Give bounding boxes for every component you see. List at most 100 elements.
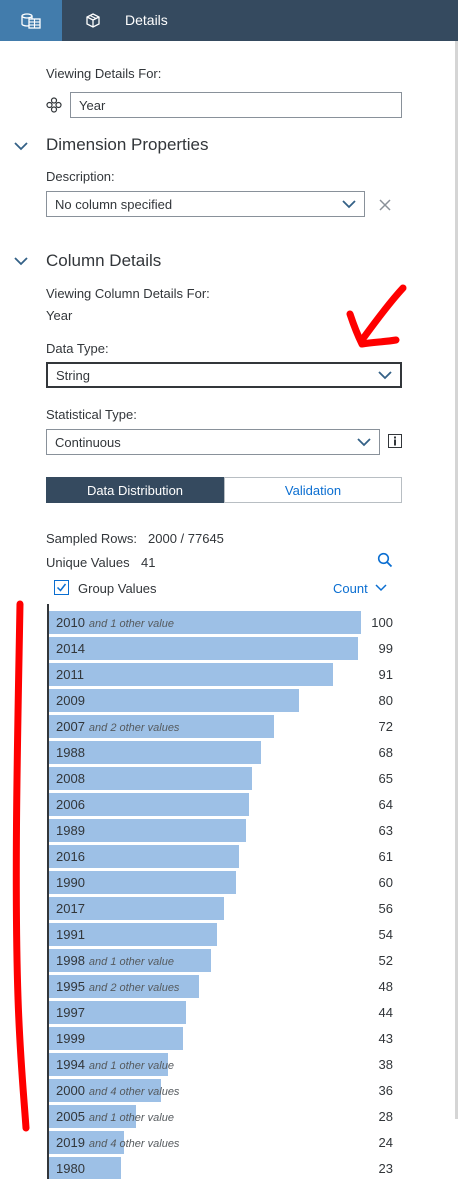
tab-model[interactable] <box>62 0 124 41</box>
bar-category: 2019 <box>56 1135 85 1150</box>
statistical-type-label: Statistical Type: <box>46 407 137 422</box>
viewing-details-field[interactable]: Year <box>70 92 402 118</box>
bar-row[interactable]: 2006 64 <box>49 793 409 817</box>
bar-label: 2016 <box>56 849 85 864</box>
bar-count: 54 <box>378 927 393 942</box>
bar-row[interactable]: 1999 43 <box>49 1027 409 1051</box>
chevron-down-icon[interactable] <box>12 137 30 155</box>
bar-count: 36 <box>378 1083 393 1098</box>
chevron-down-icon <box>357 438 371 447</box>
bar-count: 23 <box>378 1161 393 1176</box>
tab-validation[interactable]: Validation <box>224 477 402 503</box>
bar-count: 91 <box>378 667 393 682</box>
bar-row[interactable]: 1994 and 1 other value 38 <box>49 1053 409 1077</box>
bar-row[interactable]: 2009 80 <box>49 689 409 713</box>
bar-row[interactable]: 2005 and 1 other value 28 <box>49 1105 409 1129</box>
tab-data-distribution[interactable]: Data Distribution <box>46 477 224 503</box>
bar <box>49 689 299 712</box>
bar-count: 38 <box>378 1057 393 1072</box>
viewing-column-value: Year <box>46 308 73 323</box>
bar-category: 1997 <box>56 1005 85 1020</box>
bar-count: 56 <box>378 901 393 916</box>
bar-extra-values: and 1 other value <box>88 956 174 968</box>
tab-data-view[interactable] <box>0 0 62 41</box>
search-icon[interactable] <box>377 552 393 568</box>
bar-category: 1999 <box>56 1031 85 1046</box>
bar-row[interactable]: 1980 23 <box>49 1157 409 1179</box>
sort-count-dropdown[interactable]: Count <box>333 581 387 596</box>
bar-category: 2005 <box>56 1109 85 1124</box>
bar-label: 2008 <box>56 771 85 786</box>
bar-row[interactable]: 2010 and 1 other value 100 <box>49 611 409 635</box>
group-values-checkbox[interactable] <box>54 580 69 595</box>
bar-row[interactable]: 1995 and 2 other values 48 <box>49 975 409 999</box>
bar-count: 68 <box>378 745 393 760</box>
viewing-column-label: Viewing Column Details For: <box>46 286 210 301</box>
bar-category: 2014 <box>56 641 85 656</box>
bar-category: 2007 <box>56 719 85 734</box>
viewing-details-value: Year <box>79 97 106 113</box>
bar-row[interactable]: 2000 and 4 other values 36 <box>49 1079 409 1103</box>
bar-label: 2007 and 2 other values <box>56 719 179 734</box>
annotation-line <box>12 600 30 1132</box>
bar-category: 1991 <box>56 927 85 942</box>
table-stack-icon <box>21 12 41 29</box>
bar-label: 2019 and 4 other values <box>56 1135 179 1150</box>
bar-row[interactable]: 1988 68 <box>49 741 409 765</box>
bar-count: 65 <box>378 771 393 786</box>
bar-count: 61 <box>378 849 393 864</box>
bar-count: 60 <box>378 875 393 890</box>
bar-row[interactable]: 2016 61 <box>49 845 409 869</box>
chevron-down-icon[interactable] <box>12 252 30 270</box>
bar-label: 1997 <box>56 1005 85 1020</box>
bar-row[interactable]: 1991 54 <box>49 923 409 947</box>
bar-row[interactable]: 1990 60 <box>49 871 409 895</box>
bar-row[interactable]: 2017 56 <box>49 897 409 921</box>
bar-count: 43 <box>378 1031 393 1046</box>
bar-label: 1991 <box>56 927 85 942</box>
bar-count: 48 <box>378 979 393 994</box>
bar-category: 1994 <box>56 1057 85 1072</box>
bar-row[interactable]: 1998 and 1 other value 52 <box>49 949 409 973</box>
bar-extra-values: and 4 other values <box>88 1086 180 1098</box>
bar-count: 28 <box>378 1109 393 1124</box>
bar-row[interactable]: 2019 and 4 other values 24 <box>49 1131 409 1155</box>
unique-values-value: 41 <box>141 555 156 570</box>
bar-category: 2006 <box>56 797 85 812</box>
data-type-label: Data Type: <box>46 341 109 356</box>
header-title: Details <box>125 12 168 28</box>
dimension-icon <box>46 97 62 113</box>
bar-label: 1999 <box>56 1031 85 1046</box>
bar-row[interactable]: 2007 and 2 other values 72 <box>49 715 409 739</box>
bar-label: 2017 <box>56 901 85 916</box>
chevron-down-icon <box>375 584 387 592</box>
bar-count: 64 <box>378 797 393 812</box>
bar-count: 99 <box>378 641 393 656</box>
clear-icon[interactable] <box>379 199 391 211</box>
bar-category: 2000 <box>56 1083 85 1098</box>
bar-row[interactable]: 1997 44 <box>49 1001 409 1025</box>
bar-label: 2010 and 1 other value <box>56 615 174 630</box>
bar-count: 72 <box>378 719 393 734</box>
bar-row[interactable]: 1989 63 <box>49 819 409 843</box>
bar-row[interactable]: 2008 65 <box>49 767 409 791</box>
info-icon[interactable] <box>388 434 402 448</box>
data-type-select[interactable]: String <box>46 362 402 388</box>
bar-category: 2011 <box>56 667 84 682</box>
statistical-type-value: Continuous <box>55 434 121 450</box>
checkmark-icon <box>56 583 67 592</box>
description-select[interactable]: No column specified <box>46 191 365 217</box>
bar-extra-values: and 1 other value <box>88 618 174 630</box>
bar-category: 2008 <box>56 771 85 786</box>
data-type-value: String <box>56 367 90 383</box>
bar-label: 2014 <box>56 641 85 656</box>
bar-row[interactable]: 2011 91 <box>49 663 409 687</box>
statistical-type-select[interactable]: Continuous <box>46 429 380 455</box>
bar-category: 1990 <box>56 875 85 890</box>
bar-count: 80 <box>378 693 393 708</box>
bar-label: 2005 and 1 other value <box>56 1109 174 1124</box>
bar-row[interactable]: 2014 99 <box>49 637 409 661</box>
bar-category: 1995 <box>56 979 85 994</box>
unique-values-label: Unique Values <box>46 555 130 570</box>
sampled-rows-label: Sampled Rows: <box>46 531 138 546</box>
